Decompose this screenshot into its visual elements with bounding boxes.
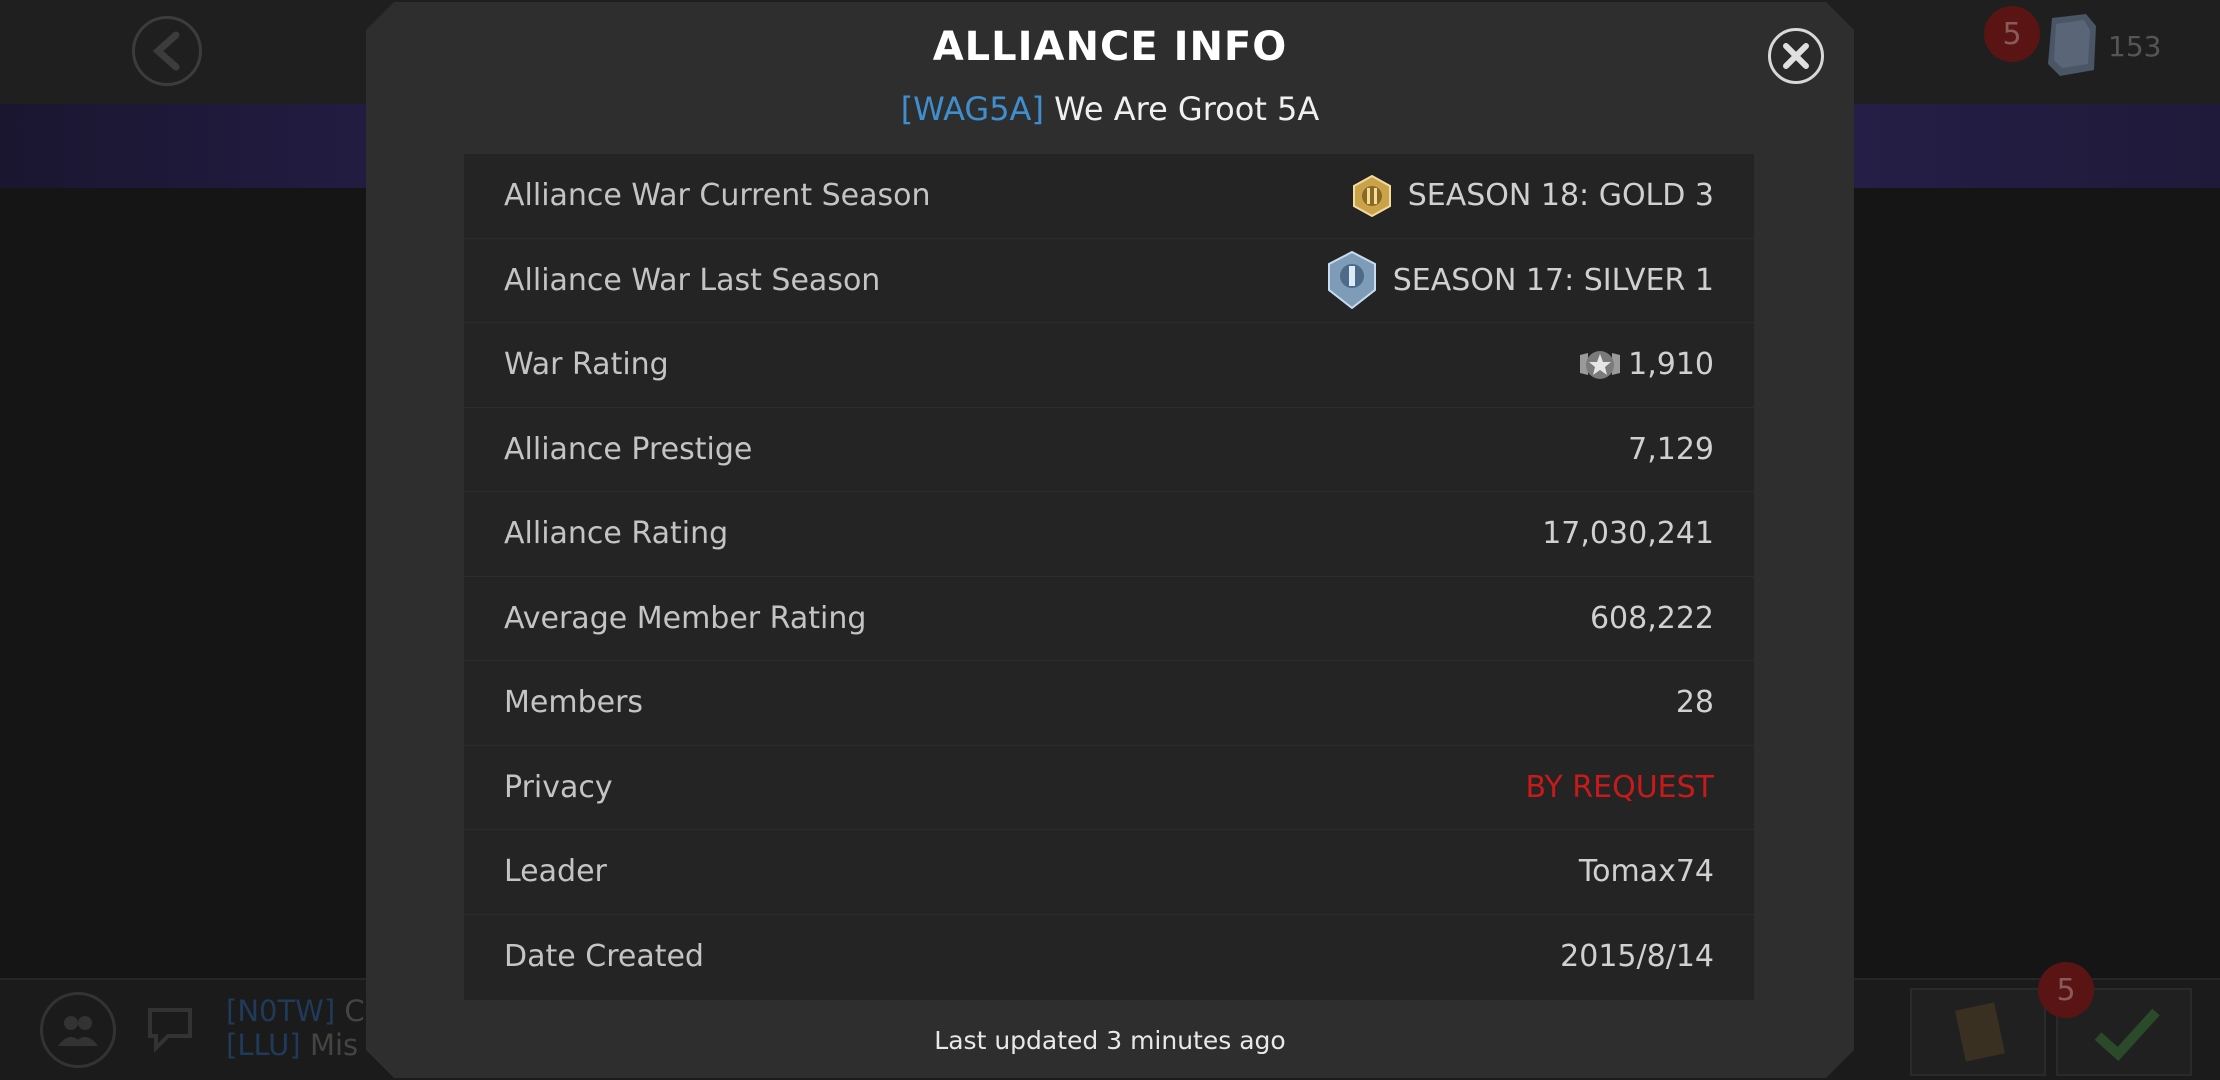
info-row-prestige: Alliance Prestige 7,129 bbox=[464, 408, 1754, 492]
row-value: 608,222 bbox=[1589, 600, 1714, 636]
row-label: War Rating bbox=[504, 347, 669, 383]
clipboard-icon bbox=[1955, 1002, 2005, 1062]
chat-line: [N0TW] C bbox=[226, 994, 365, 1028]
alliance-name: [WAG5A] We Are Groot 5A bbox=[366, 90, 1854, 128]
info-row-war-current-season: Alliance War Current Season SEASON 18: G… bbox=[464, 154, 1754, 239]
alliance-name-text: We Are Groot 5A bbox=[1054, 90, 1320, 128]
silver-tier-icon bbox=[1327, 251, 1376, 310]
back-button[interactable] bbox=[132, 16, 202, 86]
game-screen: 5 153 [N0TW] C [LLU] Mis 5 ALLIANCE INFO… bbox=[0, 0, 2220, 1080]
row-label: Date Created bbox=[504, 939, 704, 975]
row-label: Members bbox=[504, 685, 644, 721]
chevron-left-icon bbox=[152, 31, 180, 71]
row-value: SEASON 18: GOLD 3 bbox=[1350, 174, 1714, 218]
row-label: Leader bbox=[504, 854, 607, 890]
row-label: Average Member Rating bbox=[504, 600, 867, 636]
close-icon bbox=[1783, 43, 1809, 69]
leader-name[interactable]: Tomax74 bbox=[1579, 854, 1714, 889]
row-label: Alliance Rating bbox=[504, 516, 729, 552]
row-value: 17,030,241 bbox=[1542, 516, 1714, 552]
info-row-war-rating: War Rating 1,910 bbox=[464, 323, 1754, 408]
info-row-alliance-rating: Alliance Rating 17,030,241 bbox=[464, 492, 1754, 577]
row-value: 28 bbox=[1675, 685, 1714, 721]
info-row-average-member-rating: Average Member Rating 608,222 bbox=[464, 577, 1754, 661]
info-row-war-last-season: Alliance War Last Season SEASON 17: SILV… bbox=[464, 239, 1754, 323]
row-label: Alliance Prestige bbox=[504, 431, 753, 467]
info-row-members: Members 28 bbox=[464, 661, 1754, 746]
row-value: 7,129 bbox=[1628, 431, 1714, 467]
quests-button[interactable] bbox=[1910, 988, 2046, 1076]
gold-tier-icon bbox=[1352, 174, 1391, 217]
privacy-value: BY REQUEST bbox=[1525, 769, 1715, 805]
units-badge: 5 bbox=[1984, 6, 2040, 62]
alliance-info-table: Alliance War Current Season SEASON 18: G… bbox=[464, 154, 1754, 1000]
chat-bubble-icon[interactable] bbox=[144, 1002, 196, 1054]
row-label: Alliance War Current Season bbox=[504, 178, 931, 214]
alliance-tag: [WAG5A] bbox=[900, 90, 1044, 128]
chat-line: [LLU] Mis bbox=[226, 1028, 359, 1062]
info-row-date-created: Date Created 2015/8/14 bbox=[464, 915, 1754, 1000]
alliance-info-dialog: ALLIANCE INFO [WAG5A] We Are Groot 5A Al… bbox=[366, 2, 1854, 1078]
war-rating-star-icon bbox=[1580, 350, 1621, 379]
row-value: SEASON 17: SILVER 1 bbox=[1325, 250, 1714, 310]
people-icon bbox=[58, 1016, 98, 1046]
dialog-title: ALLIANCE INFO bbox=[932, 24, 1288, 70]
alliance-members-button[interactable] bbox=[40, 992, 116, 1068]
row-value: 1,910 bbox=[1578, 347, 1714, 383]
quests-badge: 5 bbox=[2038, 962, 2094, 1018]
units-count: 153 bbox=[2108, 30, 2162, 63]
units-icon[interactable] bbox=[2040, 10, 2104, 80]
close-button[interactable] bbox=[1768, 28, 1824, 84]
info-row-privacy: Privacy BY REQUEST bbox=[464, 746, 1754, 830]
row-label: Privacy bbox=[504, 769, 613, 805]
info-row-leader: Leader Tomax74 bbox=[464, 830, 1754, 915]
row-label: Alliance War Last Season bbox=[504, 262, 881, 298]
last-updated-text: Last updated 3 minutes ago bbox=[934, 1026, 1286, 1055]
row-value: 2015/8/14 bbox=[1560, 939, 1714, 975]
